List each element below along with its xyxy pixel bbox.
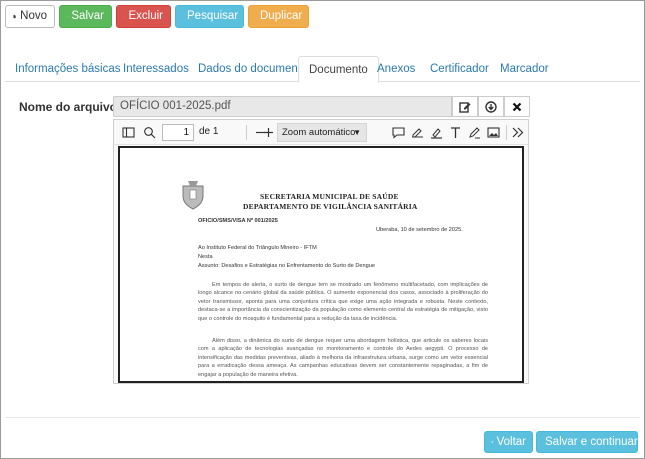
- tab-bar: Informações básicas Interessados Dados d…: [5, 56, 640, 83]
- chevron-down-icon: ▼: [353, 128, 361, 137]
- tab-anexos[interactable]: Anexos: [367, 56, 425, 82]
- pdf-page[interactable]: SECRETARIA MUNICIPAL DE SAÚDE DEPARTAMEN…: [118, 146, 524, 383]
- back-button[interactable]: Voltar: [484, 431, 533, 453]
- sidebar-toggle-icon[interactable]: [122, 126, 135, 139]
- delete-button[interactable]: Excluir: [116, 5, 171, 28]
- comment-icon[interactable]: [392, 126, 405, 139]
- duplicate-button[interactable]: Duplicar: [248, 5, 309, 28]
- edit-file-button[interactable]: [452, 96, 478, 117]
- download-icon: [485, 100, 497, 113]
- document-recipient-line2: Nesta: [198, 254, 213, 260]
- document-paragraph-1: Em tempos de alerta, o surto de dengue t…: [198, 282, 488, 322]
- remove-file-button[interactable]: [504, 96, 530, 117]
- page-number-input[interactable]: 1: [162, 124, 194, 141]
- signature-icon[interactable]: [411, 126, 424, 139]
- more-tools-icon[interactable]: [511, 126, 524, 139]
- save-button-label: Salvar: [71, 10, 104, 22]
- file-icon: [13, 14, 16, 19]
- tab-certificador[interactable]: Certificador: [420, 56, 499, 82]
- document-reference: OFICIO/SMS/VISA Nº 001/2025: [198, 218, 278, 224]
- highlight-icon[interactable]: [430, 126, 443, 139]
- chevron-left-icon: [491, 440, 493, 444]
- search-button[interactable]: Pesquisar: [175, 5, 244, 28]
- new-button-label: Novo: [20, 10, 47, 22]
- file-name-field: OFÍCIO 001-2025.pdf: [113, 96, 452, 117]
- tab-marcador[interactable]: Marcador: [490, 56, 559, 82]
- zoom-in-icon[interactable]: [262, 126, 275, 139]
- new-button[interactable]: Novo: [5, 5, 55, 28]
- search-icon[interactable]: [143, 126, 156, 139]
- footer-divider: [5, 417, 640, 418]
- document-subject: Assunto: Desafios e Estratégias no Enfre…: [198, 263, 375, 269]
- text-icon[interactable]: [449, 126, 462, 139]
- zoom-select[interactable]: Zoom automático ▼: [277, 123, 367, 142]
- toolbar-divider: [506, 125, 507, 140]
- save-and-continue-button[interactable]: Salvar e continuar: [536, 431, 638, 453]
- duplicate-button-label: Duplicar: [260, 10, 303, 22]
- edit-icon: [459, 101, 471, 113]
- document-paragraph-2: Além disso, a dinâmica do surto de dengu…: [198, 338, 488, 378]
- tab-interessados[interactable]: Interessados: [113, 56, 199, 82]
- delete-button-label: Excluir: [128, 10, 163, 22]
- page-total: de 1: [199, 126, 219, 137]
- document-recipient: Ao Instituto Federal do Triângulo Mineir…: [198, 245, 317, 251]
- save-button[interactable]: Salvar: [59, 5, 112, 28]
- download-file-button[interactable]: [478, 96, 504, 117]
- search-button-label: Pesquisar: [187, 10, 239, 22]
- draw-icon[interactable]: [468, 126, 481, 139]
- back-button-label: Voltar: [496, 436, 526, 448]
- save-and-continue-label: Salvar e continuar: [545, 436, 638, 448]
- zoom-select-label: Zoom automático: [282, 127, 356, 138]
- toolbar-divider: [246, 125, 247, 140]
- document-date: Uberaba, 10 de setembro de 2025.: [376, 227, 463, 233]
- image-icon[interactable]: [487, 126, 500, 139]
- tab-informacoes-basicas[interactable]: Informações básicas: [5, 56, 130, 82]
- pdf-toolbar: 1 de 1 Zoom automático ▼: [114, 120, 528, 145]
- document-header-departamento: DEPARTAMENTO DE VIGILÂNCIA SANITÁRIA: [243, 202, 418, 211]
- file-name-label: Nome do arquivo: [19, 100, 118, 114]
- document-header-secretaria: SECRETARIA MUNICIPAL DE SAÚDE: [260, 192, 399, 201]
- pdf-viewer: 1 de 1 Zoom automático ▼ SECRETARIA MUNIC…: [113, 119, 529, 384]
- close-icon: [512, 102, 522, 111]
- coat-of-arms-logo: [182, 181, 204, 210]
